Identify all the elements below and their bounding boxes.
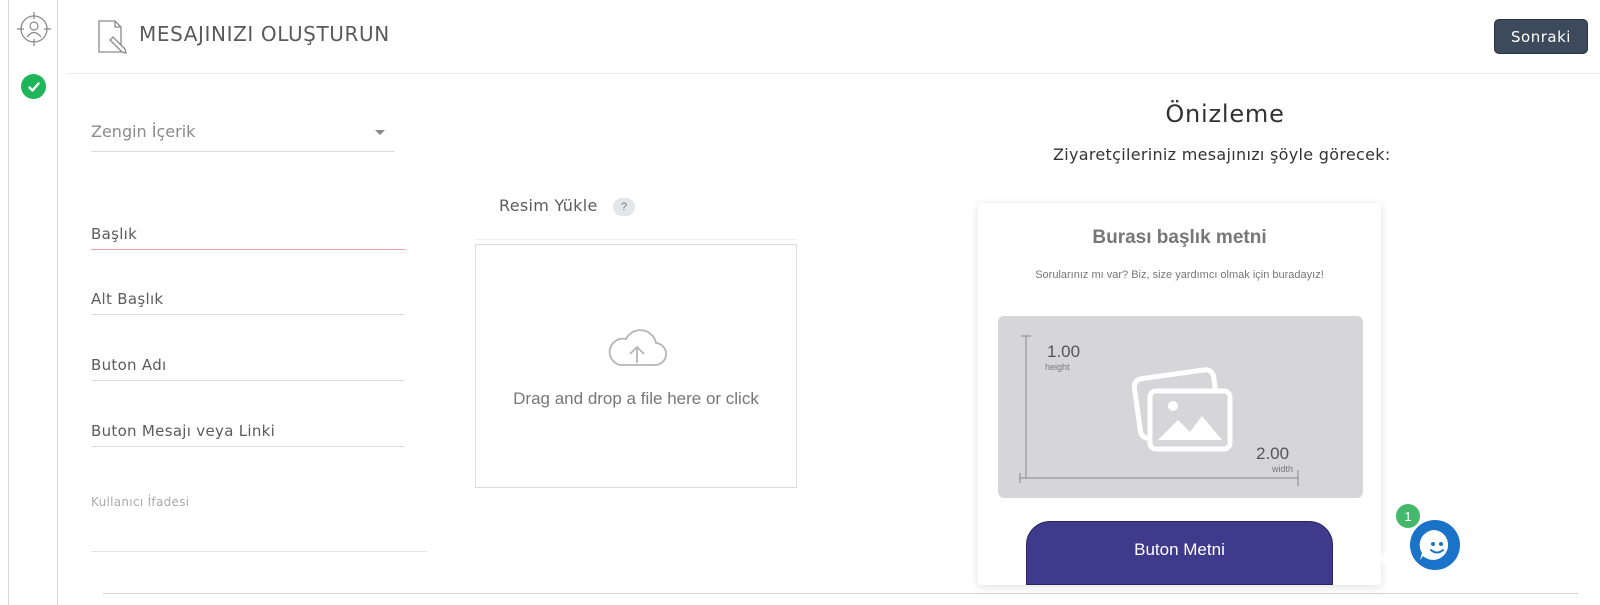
button-name-field-label: Buton Adı — [91, 356, 167, 374]
card-subtitle: Sorularınız mı var? Biz, size yardımcı o… — [1035, 269, 1324, 281]
preview-card: Burası başlık metni Sorularınız mı var? … — [978, 203, 1381, 585]
chevron-down-icon — [375, 130, 385, 135]
card-button[interactable]: Buton Metni — [1026, 521, 1333, 585]
file-dropzone[interactable]: Drag and drop a file here or click — [475, 244, 797, 488]
content-type-select[interactable]: Zengin İçerik — [91, 112, 395, 152]
help-icon[interactable]: ? — [613, 198, 635, 216]
document-edit-icon — [98, 20, 127, 54]
image-placeholder: 1.00 height 2.00 width — [998, 316, 1363, 498]
check-circle-icon[interactable] — [21, 74, 46, 99]
page-header: MESAJINIZI OLUŞTURUN Sonraki — [66, 0, 1600, 74]
page-title: MESAJINIZI OLUŞTURUN — [139, 22, 390, 46]
image-height-value: 1.00 — [1047, 342, 1081, 361]
image-height-label: height — [1045, 362, 1070, 372]
title-field[interactable]: Başlık — [91, 216, 405, 250]
card-title: Burası başlık metni — [1092, 227, 1267, 248]
chat-unread-badge: 1 — [1396, 504, 1420, 528]
preview-title: Önizleme — [1165, 100, 1285, 128]
dropzone-text: Drag and drop a file here or click — [513, 389, 759, 408]
button-message-field-label: Buton Mesajı veya Linki — [91, 422, 276, 440]
target-user-icon[interactable] — [15, 10, 53, 48]
user-expression-field[interactable]: Kullanıcı İfadesi — [91, 492, 427, 552]
preview-subtitle: Ziyaretçileriniz mesajınızı şöyle görece… — [1053, 145, 1391, 164]
button-name-field[interactable]: Buton Adı — [91, 347, 405, 381]
left-rail — [8, 0, 58, 605]
divider — [103, 593, 1578, 594]
button-message-field[interactable]: Buton Mesajı veya Linki — [91, 413, 405, 447]
subtitle-field[interactable]: Alt Başlık — [91, 281, 405, 315]
subtitle-field-label: Alt Başlık — [91, 290, 164, 308]
user-expression-field-label: Kullanıcı İfadesi — [91, 495, 190, 509]
upload-label: Resim Yükle — [499, 196, 598, 215]
upload-header: Resim Yükle ? — [475, 192, 797, 240]
content-type-value: Zengin İçerik — [91, 122, 196, 141]
image-width-value: 2.00 — [1256, 444, 1290, 463]
chat-tail — [1379, 549, 1399, 569]
title-field-label: Başlık — [91, 225, 138, 243]
cloud-upload-icon — [608, 329, 667, 366]
chat-launcher-button[interactable] — [1410, 520, 1460, 570]
image-width-label: width — [1272, 464, 1294, 474]
next-button[interactable]: Sonraki — [1494, 19, 1588, 54]
chat-face-icon — [1419, 529, 1449, 560]
